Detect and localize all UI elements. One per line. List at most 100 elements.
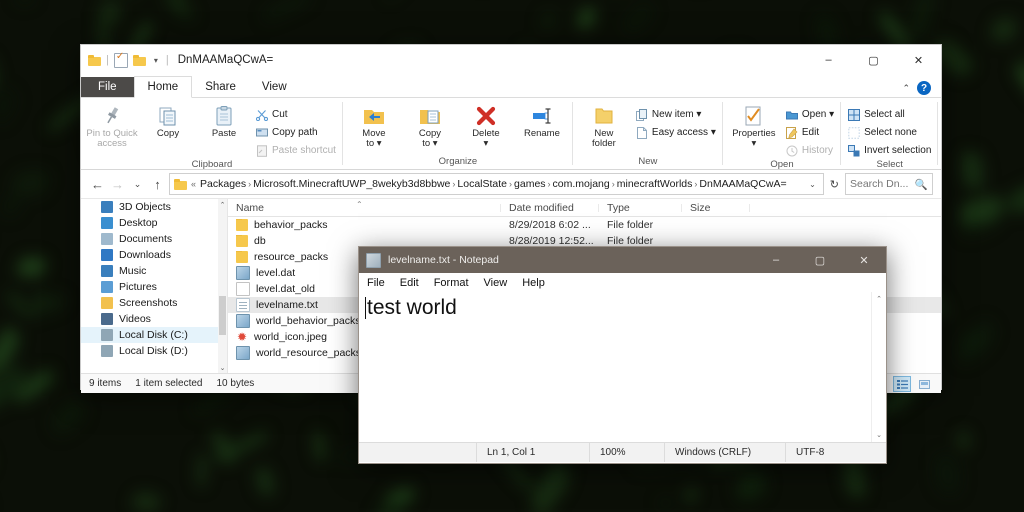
column-header-size[interactable]: Size bbox=[682, 202, 750, 214]
search-input[interactable]: Search Dn... 🔍 bbox=[845, 173, 933, 195]
explorer-title-bar[interactable]: | ▾ | DnMAAMaQCwA= – ▢ ✕ bbox=[81, 45, 941, 75]
select-all-button[interactable]: Select all bbox=[845, 106, 934, 123]
notepad-window-controls[interactable]: – ▢ ✕ bbox=[754, 247, 886, 273]
maximize-button[interactable]: ▢ bbox=[851, 45, 896, 75]
new-folder-button[interactable]: New folder bbox=[577, 102, 631, 150]
scroll-up-icon[interactable]: ⌃ bbox=[218, 199, 227, 210]
breadcrumb[interactable]: « Packages › Microsoft.MinecraftUWP_8wekyb… bbox=[169, 173, 824, 195]
breadcrumb-item[interactable]: minecraftWorlds bbox=[617, 178, 693, 190]
copy-path-button[interactable]: Copy path bbox=[253, 124, 339, 141]
breadcrumb-separator[interactable]: › bbox=[546, 179, 553, 189]
column-header-date[interactable]: Date modified bbox=[501, 202, 599, 214]
sidebar-item-local-disk-c[interactable]: Local Disk (C:) bbox=[81, 327, 227, 343]
copy-to-button[interactable]: Copy to ▾ bbox=[403, 102, 457, 150]
minimize-button[interactable]: – bbox=[806, 45, 851, 75]
column-header-type[interactable]: Type bbox=[599, 202, 682, 214]
large-icons-view-icon[interactable] bbox=[915, 376, 933, 392]
copy-button[interactable]: Copy bbox=[141, 102, 195, 139]
sidebar-item-documents[interactable]: Documents bbox=[81, 231, 227, 247]
history-button[interactable]: History bbox=[783, 142, 837, 159]
explorer-window-controls[interactable]: – ▢ ✕ bbox=[806, 45, 941, 75]
notepad-scrollbar[interactable]: ⌃ ⌄ bbox=[871, 292, 886, 442]
breadcrumb-separator[interactable]: › bbox=[450, 179, 457, 189]
breadcrumb-items[interactable]: Packages › Microsoft.MinecraftUWP_8wekyb3d… bbox=[200, 178, 787, 190]
breadcrumb-item[interactable]: LocalState bbox=[457, 178, 507, 190]
address-bar[interactable]: ← → ⌄ ↑ « Packages › Microsoft.MinecraftUW… bbox=[81, 170, 941, 199]
easy-access-button[interactable]: Easy access ▾ bbox=[633, 124, 719, 141]
notepad-close-button[interactable]: ✕ bbox=[842, 247, 886, 273]
ribbon-tab-bar[interactable]: File Home Share View ⌃ ? bbox=[81, 75, 941, 98]
sidebar-item-3d-objects[interactable]: 3D Objects bbox=[81, 199, 227, 215]
refresh-button[interactable]: ↻ bbox=[827, 178, 842, 191]
new-item-button[interactable]: New item ▾ bbox=[633, 106, 719, 123]
chevron-up-icon[interactable]: ⌃ bbox=[902, 83, 910, 94]
pin-button[interactable]: Pin to Quick access bbox=[85, 102, 139, 150]
navigation-list[interactable]: 3D Objects Desktop Documents Downloads Music… bbox=[81, 199, 227, 359]
notepad-text-area[interactable]: test world bbox=[359, 292, 871, 442]
navigation-scrollbar[interactable]: ⌃ ⌄ bbox=[218, 199, 227, 373]
notepad-title-bar[interactable]: levelname.txt - Notepad – ▢ ✕ bbox=[359, 247, 886, 273]
notepad-menu-bar[interactable]: File Edit Format View Help bbox=[359, 273, 886, 292]
menu-view[interactable]: View bbox=[484, 277, 508, 289]
up-button[interactable]: ↑ bbox=[149, 177, 166, 192]
menu-edit[interactable]: Edit bbox=[400, 277, 419, 289]
sidebar-item-music[interactable]: Music bbox=[81, 263, 227, 279]
scrollbar-thumb[interactable] bbox=[219, 296, 226, 335]
breadcrumb-item[interactable]: games bbox=[514, 178, 546, 190]
forward-button[interactable]: → bbox=[109, 177, 126, 192]
notepad-maximize-button[interactable]: ▢ bbox=[798, 247, 842, 273]
new-folder-icon[interactable] bbox=[132, 54, 146, 66]
paste-button[interactable]: Paste bbox=[197, 102, 251, 139]
navigation-pane[interactable]: 3D Objects Desktop Documents Downloads Music… bbox=[81, 199, 228, 373]
notepad-scroll-down-icon[interactable]: ⌄ bbox=[872, 428, 886, 442]
breadcrumb-item[interactable]: com.mojang bbox=[553, 178, 610, 190]
tab-share[interactable]: Share bbox=[192, 77, 249, 97]
menu-help[interactable]: Help bbox=[522, 277, 545, 289]
sidebar-item-desktop[interactable]: Desktop bbox=[81, 215, 227, 231]
paste-shortcut-button[interactable]: Paste shortcut bbox=[253, 142, 339, 159]
scissors-button[interactable]: Cut bbox=[253, 106, 339, 123]
breadcrumb-overflow[interactable]: « bbox=[189, 179, 198, 189]
breadcrumb-separator[interactable]: › bbox=[692, 179, 699, 189]
help-icon[interactable]: ? bbox=[917, 81, 931, 95]
chevron-down-icon[interactable]: ▾ bbox=[151, 55, 161, 66]
rename-button[interactable]: Rename bbox=[515, 102, 569, 139]
breadcrumb-separator[interactable]: › bbox=[610, 179, 617, 189]
breadcrumb-item[interactable]: DnMAAMaQCwA= bbox=[699, 178, 786, 190]
tab-home[interactable]: Home bbox=[133, 76, 193, 98]
notepad-body[interactable]: test world ⌃ ⌄ bbox=[359, 292, 886, 442]
properties-button[interactable]: Properties ▾ bbox=[727, 102, 781, 150]
quick-access-toolbar[interactable]: | ▾ | bbox=[81, 51, 169, 68]
breadcrumb-separator[interactable]: › bbox=[246, 179, 253, 189]
edit-button[interactable]: Edit bbox=[783, 124, 837, 141]
breadcrumb-item[interactable]: Packages bbox=[200, 178, 246, 190]
ribbon[interactable]: Pin to Quick access Copy Paste Cut Copy path… bbox=[81, 98, 941, 170]
notepad-window[interactable]: levelname.txt - Notepad – ▢ ✕ File Edit … bbox=[358, 246, 887, 464]
search-icon[interactable]: 🔍 bbox=[915, 178, 928, 191]
open-button[interactable]: Open ▾ bbox=[783, 106, 837, 123]
scroll-down-icon[interactable]: ⌄ bbox=[218, 362, 227, 373]
details-view-icon[interactable] bbox=[893, 376, 911, 392]
move-to-button[interactable]: Move to ▾ bbox=[347, 102, 401, 150]
sidebar-item-videos[interactable]: Videos bbox=[81, 311, 227, 327]
notepad-scroll-up-icon[interactable]: ⌃ bbox=[872, 292, 886, 306]
sidebar-item-screenshots[interactable]: Screenshots bbox=[81, 295, 227, 311]
menu-format[interactable]: Format bbox=[434, 277, 469, 289]
back-button[interactable]: ← bbox=[89, 177, 106, 192]
select-none-button[interactable]: Select none bbox=[845, 124, 934, 141]
ribbon-help-area[interactable]: ⌃ ? bbox=[902, 81, 931, 95]
view-mode-buttons[interactable] bbox=[893, 376, 933, 392]
breadcrumb-item[interactable]: Microsoft.MinecraftUWP_8wekyb3d8bbwe bbox=[253, 178, 450, 190]
table-row[interactable]: behavior_packs 8/29/2018 6:02 ... File fol… bbox=[228, 217, 941, 233]
column-headers[interactable]: Name Date modified Type Size ⌃ bbox=[228, 199, 941, 217]
cell-name[interactable]: behavior_packs bbox=[228, 219, 501, 231]
notepad-minimize-button[interactable]: – bbox=[754, 247, 798, 273]
breadcrumb-separator[interactable]: › bbox=[507, 179, 514, 189]
tab-view[interactable]: View bbox=[249, 77, 300, 97]
properties-icon[interactable] bbox=[113, 51, 128, 68]
sidebar-item-downloads[interactable]: Downloads bbox=[81, 247, 227, 263]
folder-icon[interactable] bbox=[88, 54, 101, 66]
breadcrumb-dropdown-icon[interactable]: ⌄ bbox=[806, 180, 819, 189]
close-button[interactable]: ✕ bbox=[896, 45, 941, 75]
invert-selection-button[interactable]: Invert selection bbox=[845, 142, 934, 159]
